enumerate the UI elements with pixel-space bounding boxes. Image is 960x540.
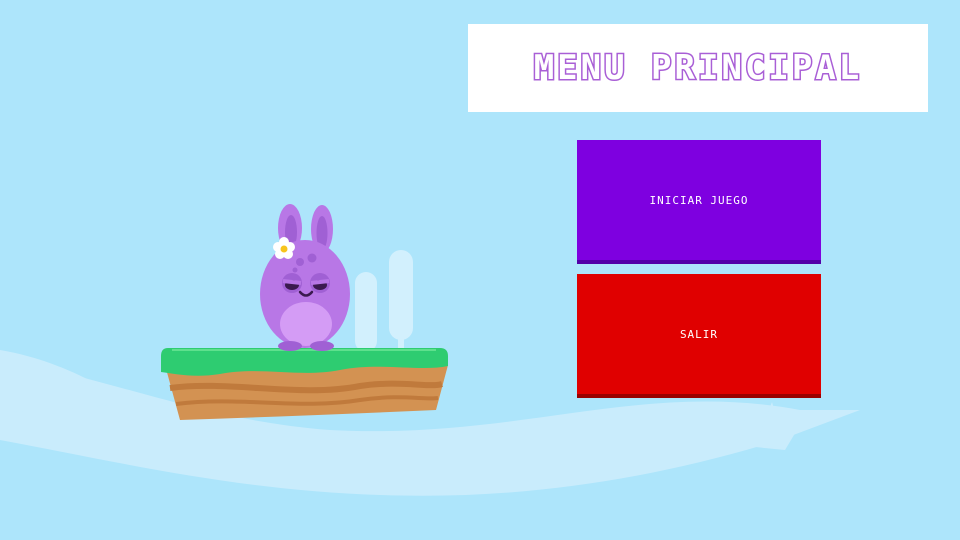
bunny-spot: [292, 267, 298, 273]
bunny-eyelid-right: [310, 279, 330, 285]
floating-grass-platform: [161, 348, 448, 420]
bunny-foot-right: [310, 341, 334, 351]
background-pillar-short: [355, 272, 377, 352]
background-pillar-tall: [389, 250, 413, 340]
exit-button[interactable]: SALIR: [577, 274, 821, 398]
bunny-belly: [280, 302, 332, 346]
bunny-eyelid-left: [282, 279, 302, 285]
purple-bunny-character: [260, 204, 350, 351]
start-game-button[interactable]: INICIAR JUEGO: [577, 140, 821, 264]
exit-button-label: SALIR: [679, 327, 719, 341]
menu-title: MENU PRINCIPAL: [532, 48, 863, 88]
start-game-button-label: INICIAR JUEGO: [649, 193, 749, 207]
game-stage: MENU PRINCIPAL INICIAR JUEGO SALIR: [0, 0, 960, 540]
background-pillar-stem: [398, 330, 404, 350]
bunny-spot: [296, 258, 304, 266]
background-wave-front: [0, 350, 125, 412]
title-panel: MENU PRINCIPAL: [468, 24, 928, 112]
bunny-foot-left: [278, 341, 302, 351]
bunny-spot: [307, 253, 317, 263]
